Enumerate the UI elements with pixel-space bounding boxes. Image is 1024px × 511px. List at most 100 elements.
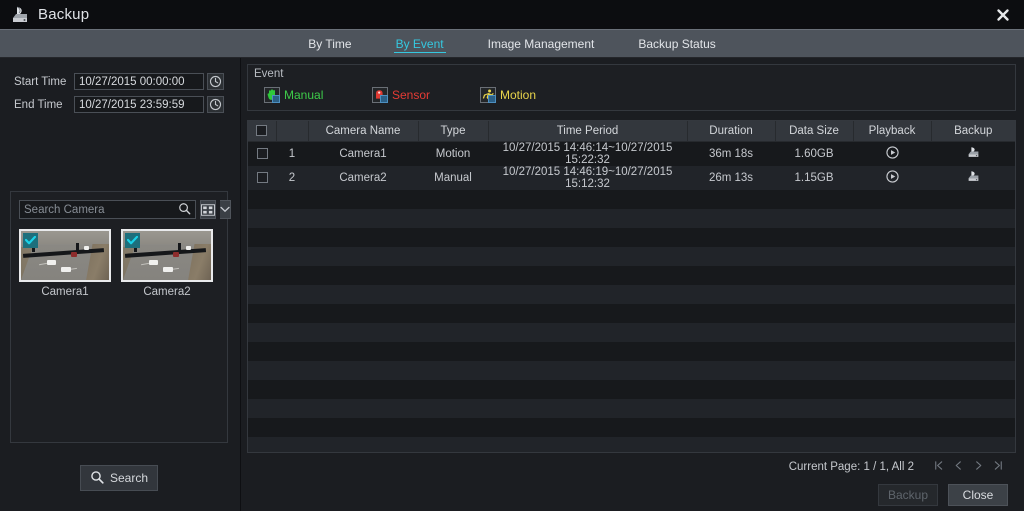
motion-person-icon xyxy=(480,87,496,103)
camera-panel: Camera1 xyxy=(10,191,231,443)
camera-checkbox[interactable] xyxy=(125,233,140,248)
row-playback-cell[interactable] xyxy=(853,166,931,190)
tab-image-management[interactable]: Image Management xyxy=(486,35,597,52)
row-type: Manual xyxy=(418,166,488,190)
backup-disk-icon[interactable] xyxy=(967,170,980,183)
camera-name-header: Camera Name xyxy=(308,121,419,142)
camera-label: Camera2 xyxy=(143,286,191,298)
footer-buttons: Backup Close xyxy=(878,484,1008,506)
event-type-label: Sensor xyxy=(392,88,431,102)
row-data-size: 1.60GB xyxy=(775,141,853,166)
camera-item-1[interactable]: Camera1 xyxy=(19,229,111,298)
data-size-header: Data Size xyxy=(775,121,854,142)
row-checkbox[interactable] xyxy=(256,148,268,160)
index-header xyxy=(276,121,309,142)
row-select-cell[interactable] xyxy=(248,166,276,190)
table-row[interactable]: 1 Camera1 Motion 10/27/2015 14:46:14~10/… xyxy=(248,141,1015,166)
end-time-field[interactable]: 10/27/2015 23:59:59 xyxy=(74,96,204,113)
backup-disk-icon[interactable] xyxy=(967,146,980,159)
backup-dialog: Backup By Time By Event Image Management… xyxy=(0,0,1024,511)
tab-backup-status[interactable]: Backup Status xyxy=(636,35,717,52)
page-status: Current Page: 1 / 1, All 2 xyxy=(788,461,914,473)
end-time-clock-icon[interactable] xyxy=(207,96,224,113)
row-backup-cell[interactable] xyxy=(931,166,1015,190)
first-page-icon[interactable] xyxy=(928,460,948,474)
dialog-body: Start Time 10/27/2015 00:00:00 End Time … xyxy=(0,58,1024,511)
play-icon[interactable] xyxy=(885,146,899,159)
playback-header: Playback xyxy=(853,121,932,142)
camera-label: Camera1 xyxy=(41,286,89,298)
row-checkbox[interactable] xyxy=(256,172,268,184)
search-camera-box[interactable] xyxy=(19,200,196,219)
next-page-icon[interactable] xyxy=(968,460,988,474)
backup-button[interactable]: Backup xyxy=(878,484,938,506)
last-page-icon[interactable] xyxy=(988,460,1008,474)
event-type-manual[interactable]: Manual xyxy=(264,87,372,103)
camera-thumbnail[interactable] xyxy=(121,229,213,282)
row-data-size: 1.15GB xyxy=(775,166,853,190)
chevron-down-icon[interactable] xyxy=(220,200,231,219)
manual-hand-icon xyxy=(264,87,280,103)
row-camera-name: Camera1 xyxy=(308,141,418,166)
search-icon[interactable] xyxy=(178,202,191,218)
row-playback-cell[interactable] xyxy=(853,141,931,166)
end-time-row: End Time 10/27/2015 23:59:59 xyxy=(14,95,240,114)
row-backup-cell[interactable] xyxy=(931,141,1015,166)
search-button[interactable]: Search xyxy=(80,465,158,491)
play-icon[interactable] xyxy=(885,170,899,183)
tab-bar: By Time By Event Image Management Backup… xyxy=(0,29,1024,58)
table-header-row: Camera Name Type Time Period Duration Da… xyxy=(248,121,1015,142)
select-all-checkbox[interactable] xyxy=(256,125,268,137)
row-camera-name: Camera2 xyxy=(308,166,418,190)
event-filter-panel: Event Manual Sensor Motion xyxy=(247,64,1016,111)
row-time-period: 10/27/2015 14:46:19~10/27/2015 15:12:32 xyxy=(488,166,687,190)
search-button-label: Search xyxy=(109,471,149,485)
start-time-row: Start Time 10/27/2015 00:00:00 xyxy=(14,72,240,91)
row-duration: 26m 13s xyxy=(687,166,775,190)
row-index: 1 xyxy=(276,141,308,166)
camera-search-row xyxy=(19,200,231,219)
backup-header: Backup xyxy=(931,121,1015,142)
row-type: Motion xyxy=(418,141,488,166)
right-panel: Event Manual Sensor Motion Camera Name T… xyxy=(241,58,1024,511)
table-empty-area xyxy=(248,190,1015,452)
row-index: 2 xyxy=(276,166,308,190)
grid-view-icon[interactable] xyxy=(200,200,216,219)
sensor-icon xyxy=(372,87,388,103)
time-period-header: Time Period xyxy=(488,121,688,142)
events-table: Camera Name Type Time Period Duration Da… xyxy=(247,120,1016,453)
event-type-list: Manual Sensor Motion xyxy=(264,87,1015,103)
backup-disk-icon xyxy=(10,5,30,25)
type-header: Type xyxy=(418,121,489,142)
start-time-field[interactable]: 10/27/2015 00:00:00 xyxy=(74,73,204,90)
tab-by-time[interactable]: By Time xyxy=(306,35,353,52)
event-type-motion[interactable]: Motion xyxy=(480,87,588,103)
title-bar: Backup xyxy=(0,0,1024,29)
tab-by-event[interactable]: By Event xyxy=(393,35,446,53)
camera-checkbox[interactable] xyxy=(23,233,38,248)
close-icon[interactable] xyxy=(992,4,1014,26)
close-button[interactable]: Close xyxy=(948,484,1008,506)
left-panel: Start Time 10/27/2015 00:00:00 End Time … xyxy=(0,58,241,511)
camera-thumbnail[interactable] xyxy=(19,229,111,282)
start-time-clock-icon[interactable] xyxy=(207,73,224,90)
footer: Current Page: 1 / 1, All 2 Backup Close xyxy=(247,453,1016,511)
duration-header: Duration xyxy=(687,121,776,142)
camera-item-2[interactable]: Camera2 xyxy=(121,229,213,298)
start-time-label: Start Time xyxy=(14,75,67,88)
select-all-header[interactable] xyxy=(248,121,277,142)
row-time-period: 10/27/2015 14:46:14~10/27/2015 15:22:32 xyxy=(488,141,687,166)
camera-grid: Camera1 Camera2 xyxy=(19,229,219,298)
event-type-label: Motion xyxy=(500,88,537,102)
row-select-cell[interactable] xyxy=(248,141,276,166)
event-panel-title: Event xyxy=(254,68,284,80)
search-camera-input[interactable] xyxy=(24,203,178,216)
search-icon xyxy=(90,470,104,487)
window-title: Backup xyxy=(38,6,90,23)
table-row[interactable]: 2 Camera2 Manual 10/27/2015 14:46:19~10/… xyxy=(248,166,1015,190)
prev-page-icon[interactable] xyxy=(948,460,968,474)
end-time-label: End Time xyxy=(14,98,63,111)
event-type-label: Manual xyxy=(284,88,324,102)
row-duration: 36m 18s xyxy=(687,141,775,166)
event-type-sensor[interactable]: Sensor xyxy=(372,87,480,103)
